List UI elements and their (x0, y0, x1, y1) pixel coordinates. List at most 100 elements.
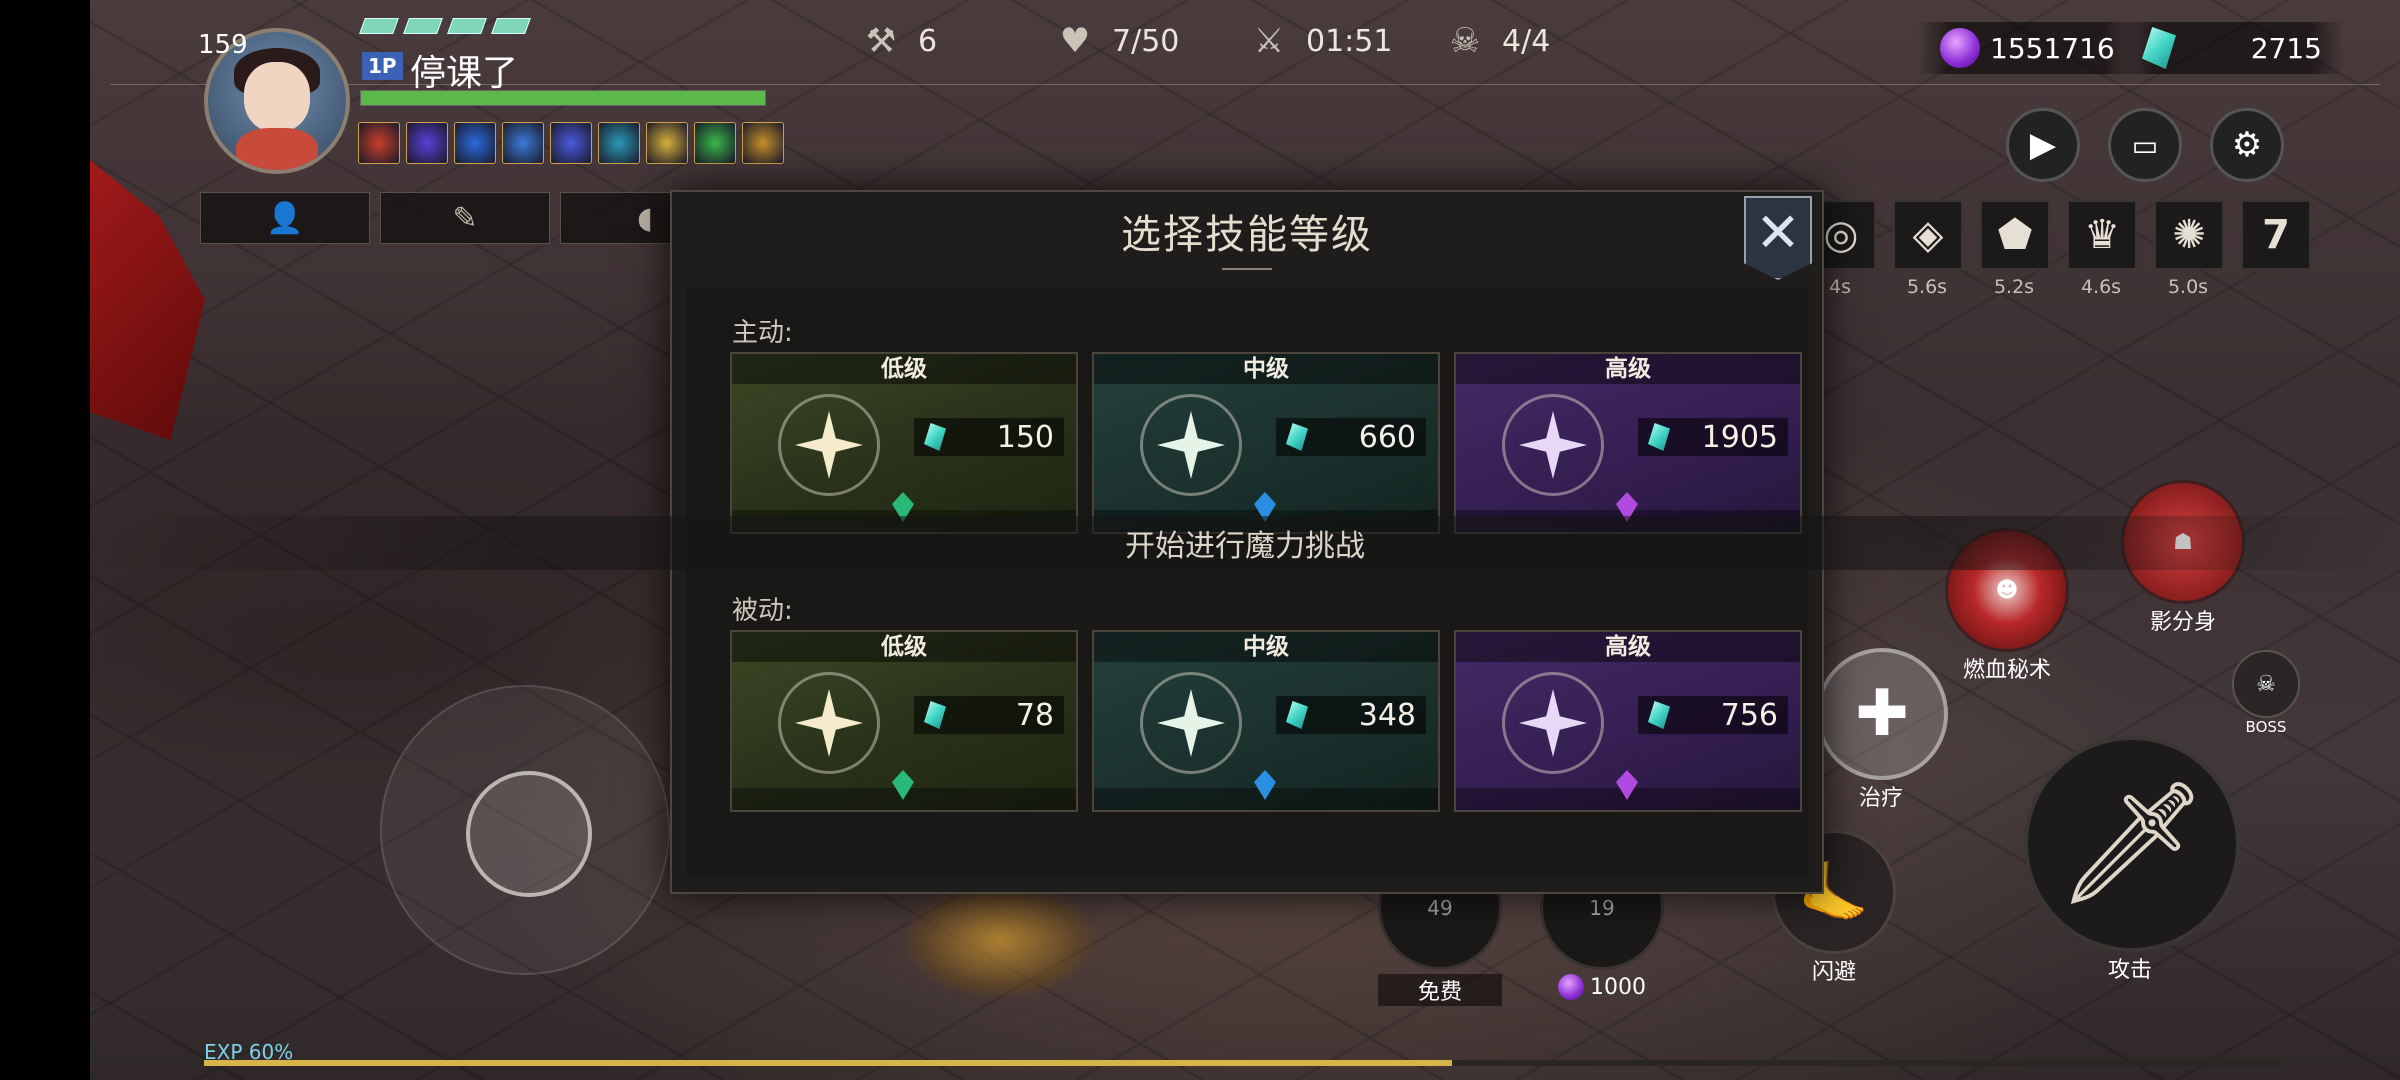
dodge-label: 闪避 (1811, 960, 1856, 985)
paid-cost: 1000 (1540, 974, 1664, 1000)
tier-price: 1905 (1638, 418, 1788, 456)
stat-timer: ⚔ 01:51 (1246, 18, 1393, 64)
exp-bar-fill (204, 1060, 1452, 1066)
boss-button[interactable]: ☠ BOSS (2230, 650, 2302, 736)
cyan-crystal-icon (1286, 423, 1308, 451)
buff-icon (550, 122, 592, 164)
cyan-crystal-icon (924, 701, 946, 729)
pentagon-icon: ⬟ (1980, 200, 2050, 270)
boss-label: BOSS (2245, 718, 2287, 736)
helmet-icon: ◖ (637, 200, 653, 236)
tier-title: 高级 (1456, 632, 1800, 662)
title-ornament (1222, 262, 1272, 270)
skill-cooldown: 4.6s (2080, 276, 2122, 298)
passive-section-label: 被动: (732, 596, 793, 626)
star-emblem-icon (1502, 394, 1604, 496)
tier-price: 348 (1276, 696, 1426, 734)
buff-icon (646, 122, 688, 164)
active-tier-cards: 低级 150 中级 660 高级 1905 (730, 352, 1802, 534)
hp-bar-fill (361, 91, 765, 105)
tier-price: 660 (1276, 418, 1426, 456)
passive-high-card[interactable]: 高级 756 (1454, 630, 1802, 812)
boss-demon-icon: ☠ (2232, 650, 2300, 718)
cyan-crystal-icon (1286, 701, 1308, 729)
heal-skill[interactable]: ✚ 治疗 (1816, 648, 1948, 812)
avatar-face (244, 62, 310, 132)
modal-body: 主动: 低级 150 中级 660 高级 1905 被动: 低级 78 中级 3… (686, 288, 1808, 876)
modal-title: 选择技能等级 (1121, 212, 1373, 258)
player-level: 159 (198, 30, 248, 60)
play-button[interactable]: ▶ (2006, 108, 2080, 182)
buff-icon (406, 122, 448, 164)
stat-boss: ☠ 4/4 (1442, 18, 1551, 64)
shadow-clone-label: 影分身 (2149, 610, 2216, 635)
player-name: 停课了 (410, 53, 519, 94)
gold-coin-pile (900, 880, 1100, 1000)
exp-bar (204, 1060, 2284, 1066)
buff-icon (502, 122, 544, 164)
buff-icon (742, 122, 784, 164)
diamond-shield-icon: ◈ (1893, 200, 1963, 270)
skill-slot[interactable]: ♛ 4.6s (2067, 200, 2137, 298)
attack-button[interactable]: 🗡 攻击 (2024, 736, 2240, 984)
buff-list (358, 122, 784, 164)
passive-low-card[interactable]: 低级 78 (730, 630, 1078, 812)
free-label: 免费 (1378, 974, 1502, 1006)
demon-mask-icon: ☠ (1449, 21, 1481, 61)
star-emblem-icon (778, 394, 880, 496)
currency-purple: 1551716 (1918, 22, 2137, 74)
display-settings-button[interactable]: ▭ (2108, 108, 2182, 182)
cyan-crystal-icon (2142, 27, 2176, 69)
star-emblem-icon (1502, 672, 1604, 774)
purple-gem-icon (1940, 28, 1980, 68)
stamina-pip (403, 18, 443, 34)
tier-title: 低级 (732, 354, 1076, 384)
crossed-swords-icon: ⚔ (1253, 21, 1285, 61)
skill-cooldown: 5.6s (1906, 276, 1948, 298)
buff-icon (694, 122, 736, 164)
person-icon: 👤 (266, 200, 304, 236)
active-low-card[interactable]: 低级 150 (730, 352, 1078, 534)
tier-title: 低级 (732, 632, 1076, 662)
active-mid-card[interactable]: 中级 660 (1092, 352, 1440, 534)
stat-timer-value: 01:51 (1306, 23, 1393, 59)
stamina-pips (359, 18, 531, 34)
sword-icon: 🗡 (2024, 736, 2240, 952)
left-black-bar (0, 0, 90, 1080)
wrench-icon: ⚒ (865, 21, 897, 61)
joystick-knob[interactable] (466, 771, 592, 897)
paid-cost-value: 1000 (1590, 974, 1646, 1000)
skill-cooldown: 5.2s (1993, 276, 2035, 298)
announcement-banner: 开始进行魔力挑战 (90, 516, 2400, 570)
active-high-card[interactable]: 高级 1905 (1454, 352, 1802, 534)
skill-slot[interactable]: ◈ 5.6s (1893, 200, 1963, 298)
star-emblem-icon (1140, 394, 1242, 496)
heart-pulse-icon: ♥ (1059, 21, 1091, 61)
tier-price: 78 (914, 696, 1064, 734)
close-icon: ✕ (1755, 201, 1801, 264)
stamina-pip (359, 18, 399, 34)
skill-slot[interactable]: ⬟ 5.2s (1980, 200, 2050, 298)
close-button[interactable]: ✕ (1744, 196, 1812, 280)
attack-label: 攻击 (2107, 958, 2152, 983)
gear-icon: ⚙ (2231, 125, 2263, 165)
stat-lives: ♥ 7/50 (1052, 18, 1180, 64)
passive-mid-card[interactable]: 中级 348 (1092, 630, 1440, 812)
stat-wrench-value: 6 (918, 23, 938, 59)
movement-joystick[interactable] (380, 685, 670, 975)
active-section-label: 主动: (732, 318, 793, 348)
purple-gem-icon (1558, 974, 1584, 1000)
skill-slot[interactable]: ✺ 5.0s (2154, 200, 2224, 298)
passive-tier-cards: 低级 78 中级 348 高级 756 (730, 630, 1802, 812)
number-seven-icon: 7 (2241, 200, 2311, 270)
stat-boss-value: 4/4 (1502, 23, 1551, 59)
settings-button[interactable]: ⚙ (2210, 108, 2284, 182)
tier-title: 中级 (1094, 632, 1438, 662)
tier-price-value: 78 (1015, 697, 1054, 733)
monitor-gear-icon: ▭ (2131, 128, 2159, 162)
star-emblem-icon (1140, 672, 1242, 774)
skill-slot[interactable]: 7 (2241, 200, 2311, 298)
tab-feather[interactable]: ✎ (380, 192, 550, 244)
tab-character[interactable]: 👤 (200, 192, 370, 244)
blood-burn-label: 燃血秘术 (1962, 658, 2051, 683)
